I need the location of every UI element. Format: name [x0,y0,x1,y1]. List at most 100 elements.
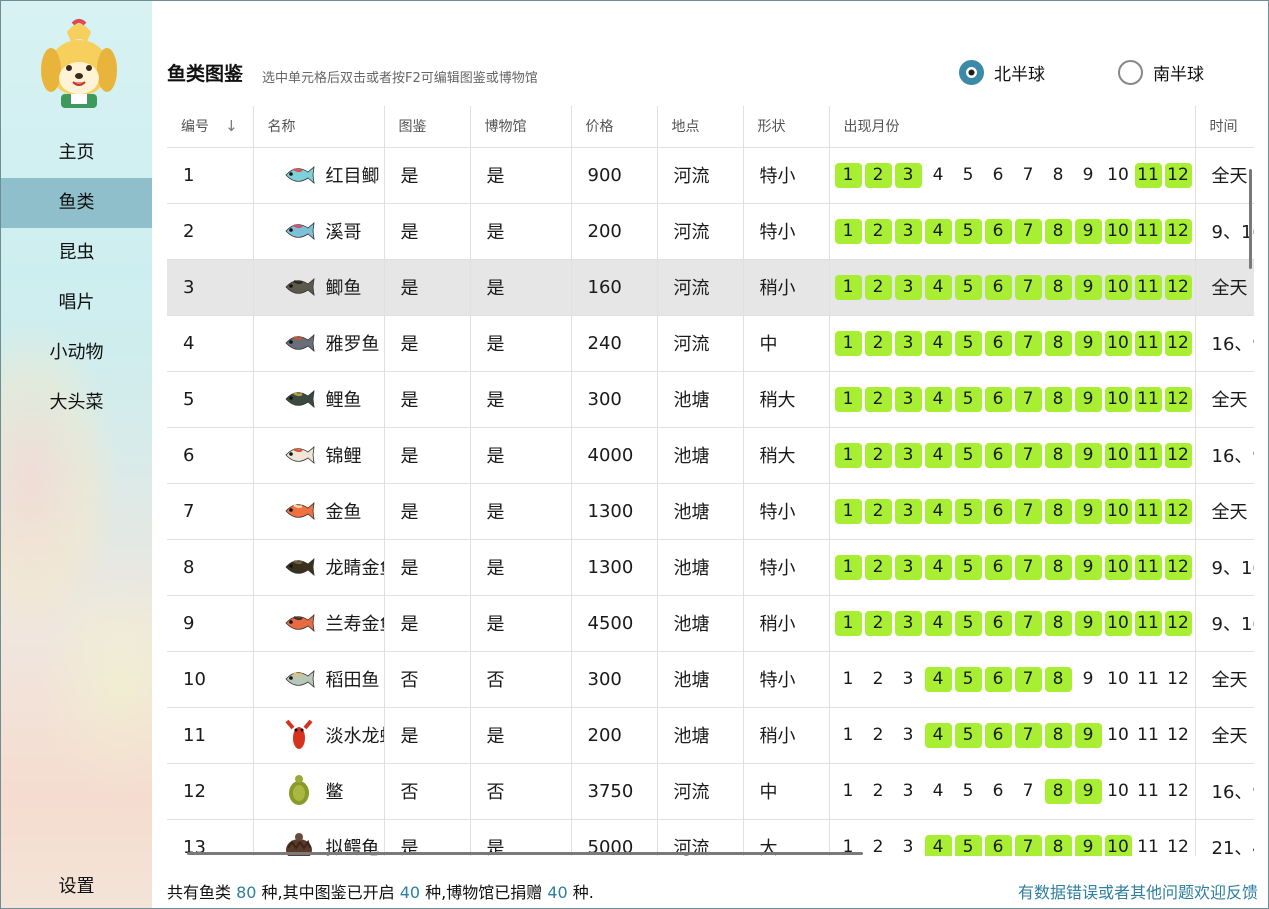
cell-museum[interactable]: 是 [470,315,572,372]
cell-location[interactable]: 河流 [657,819,744,856]
cell-dex[interactable]: 否 [384,651,471,708]
cell-time[interactable]: 9、16 [1195,539,1254,596]
cell-location[interactable]: 河流 [657,763,744,820]
cell-location[interactable]: 河流 [657,315,744,372]
cell-time[interactable]: 全天 [1195,483,1254,540]
cell-museum[interactable]: 否 [470,651,572,708]
cell-months[interactable]: 1 2 3 4 5 6 7 8 9 10 11 12 [829,763,1196,820]
cell-dex[interactable]: 是 [384,147,471,204]
cell-shape[interactable]: 稍小 [743,259,830,316]
cell-id[interactable]: 2 [167,203,254,260]
cell-time[interactable]: 16、9 [1195,315,1254,372]
cell-location[interactable]: 河流 [657,147,744,204]
table-row[interactable]: 2溪哥是是200河流特小1234567891011129、16 [167,203,1254,260]
cell-months[interactable]: 1 2 3 4 5 6 7 8 9 10 11 12 [829,203,1196,260]
cell-id[interactable]: 8 [167,539,254,596]
cell-months[interactable]: 1 2 3 4 5 6 7 8 9 10 11 12 [829,147,1196,204]
cell-location[interactable]: 池塘 [657,483,744,540]
cell-price[interactable]: 5000 [571,819,658,856]
cell-name[interactable]: 金鱼 [253,483,385,540]
cell-price[interactable]: 4500 [571,595,658,652]
table-row[interactable]: 8龙睛金鱼是是1300池塘特小1234567891011129、16 [167,539,1254,596]
cell-time[interactable]: 全天 [1195,651,1254,708]
sidebar-item-records[interactable]: 唱片 [1,278,152,328]
sidebar-item-villagers[interactable]: 小动物 [1,328,152,378]
cell-museum[interactable]: 是 [470,483,572,540]
cell-museum[interactable]: 是 [470,595,572,652]
cell-id[interactable]: 13 [167,819,254,856]
column-header[interactable]: 编号 ↓ [167,106,254,148]
cell-id[interactable]: 3 [167,259,254,316]
table-row[interactable]: 5 鲤鱼是是 300 池塘 稍大 1 2 3 4 5 6 7 8 9 10 11 12 全天 [167,371,1254,428]
cell-shape[interactable]: 大 [743,819,830,856]
cell-id[interactable]: 11 [167,707,254,764]
feedback-link[interactable]: 有数据错误或者其他问题欢迎反馈 [1018,879,1258,903]
cell-name[interactable]: 雅罗鱼 [253,315,385,372]
cell-museum[interactable]: 是 [470,427,572,484]
table-row[interactable]: 6锦鲤是是4000池塘稍大12345678910111216、9 [167,427,1254,484]
table-row[interactable]: 1 红目鲫是是 900 河流 特小 1 2 3 4 5 6 7 8 9 10 11 12 全天 [167,147,1254,204]
cell-name[interactable]: 锦鲤 [253,427,385,484]
cell-location[interactable]: 池塘 [657,707,744,764]
cell-months[interactable]: 1 2 3 4 5 6 7 8 9 10 11 12 [829,707,1196,764]
table-row[interactable]: 11淡水龙虾是是200池塘稍小123456789101112全天 [167,707,1254,764]
horizontal-scrollbar[interactable] [187,852,863,855]
cell-time[interactable]: 全天 [1195,259,1254,316]
cell-time[interactable]: 全天 [1195,371,1254,428]
cell-months[interactable]: 1 2 3 4 5 6 7 8 9 10 11 12 [829,371,1196,428]
cell-id[interactable]: 6 [167,427,254,484]
cell-location[interactable]: 池塘 [657,539,744,596]
cell-name[interactable]: 溪哥 [253,203,385,260]
cell-price[interactable]: 200 [571,707,658,764]
cell-shape[interactable]: 特小 [743,539,830,596]
cell-shape[interactable]: 特小 [743,203,830,260]
cell-time[interactable]: 9、16 [1195,595,1254,652]
cell-dex[interactable]: 是 [384,819,471,856]
column-header[interactable]: 博物馆 [470,106,572,148]
cell-name[interactable]: 龙睛金鱼 [253,539,385,596]
table-row[interactable]: 9兰寿金鱼是是4500池塘稍小1234567891011129、16 [167,595,1254,652]
cell-name[interactable]: 红目鲫 [253,147,385,204]
table-row[interactable]: 12鳖否否3750河流中12345678910111216、9 [167,763,1254,820]
cell-museum[interactable]: 是 [470,259,572,316]
cell-shape[interactable]: 稍大 [743,427,830,484]
cell-dex[interactable]: 是 [384,707,471,764]
cell-time[interactable]: 21、4 [1195,819,1254,856]
cell-price[interactable]: 160 [571,259,658,316]
vertical-scrollbar[interactable] [1249,169,1252,269]
sidebar-item-insects[interactable]: 昆虫 [1,228,152,278]
cell-id[interactable]: 5 [167,371,254,428]
cell-price[interactable]: 1300 [571,539,658,596]
cell-location[interactable]: 河流 [657,259,744,316]
table-row[interactable]: 7 金鱼是是 1300 池塘 特小 1 2 3 4 5 6 7 8 9 10 11 12 全天 [167,483,1254,540]
column-header[interactable]: 名称 [253,106,385,148]
cell-museum[interactable]: 是 [470,203,572,260]
cell-months[interactable]: 1 2 3 4 5 6 7 8 9 10 11 12 [829,539,1196,596]
cell-name[interactable]: 鲤鱼 [253,371,385,428]
cell-shape[interactable]: 中 [743,315,830,372]
cell-price[interactable]: 4000 [571,427,658,484]
column-header[interactable]: 形状 [743,106,830,148]
cell-months[interactable]: 1 2 3 4 5 6 7 8 9 10 11 12 [829,819,1196,856]
sort-down-arrow-icon[interactable]: ↓ [225,117,238,135]
column-header[interactable]: 时间 [1195,106,1254,148]
cell-museum[interactable]: 否 [470,763,572,820]
cell-name[interactable]: 淡水龙虾 [253,707,385,764]
cell-dex[interactable]: 是 [384,203,471,260]
sidebar-item-settings[interactable]: 设置 [1,872,152,898]
column-header[interactable]: 地点 [657,106,744,148]
cell-shape[interactable]: 特小 [743,483,830,540]
cell-dex[interactable]: 是 [384,483,471,540]
cell-price[interactable]: 3750 [571,763,658,820]
cell-shape[interactable]: 稍小 [743,707,830,764]
cell-months[interactable]: 1 2 3 4 5 6 7 8 9 10 11 12 [829,427,1196,484]
cell-price[interactable]: 1300 [571,483,658,540]
table-row[interactable]: 10 稻田鱼否否 300 池塘 特小 1 2 3 4 5 6 7 8 9 10 11 12 全天 [167,651,1254,708]
cell-name[interactable]: 稻田鱼 [253,651,385,708]
cell-museum[interactable]: 是 [470,371,572,428]
cell-dex[interactable]: 否 [384,763,471,820]
cell-shape[interactable]: 稍小 [743,595,830,652]
cell-location[interactable]: 河流 [657,203,744,260]
cell-location[interactable]: 池塘 [657,595,744,652]
cell-price[interactable]: 300 [571,371,658,428]
